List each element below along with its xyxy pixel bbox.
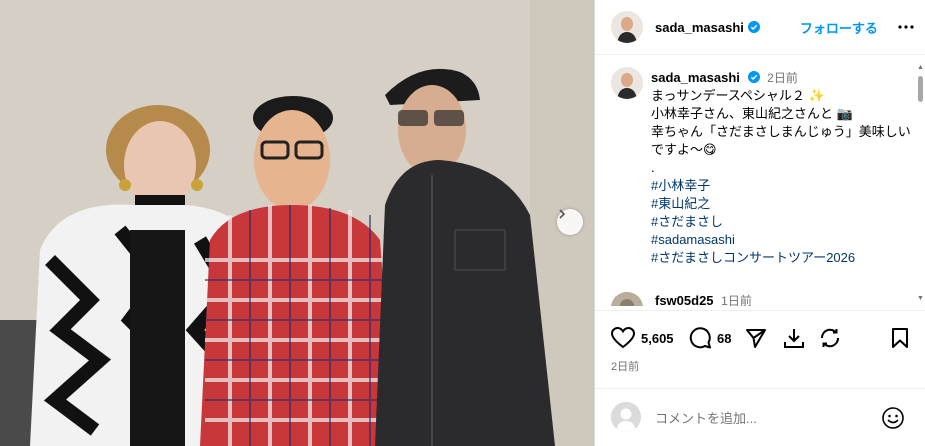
hashtag-link[interactable]: #さだまさしコンサートツアー2026 [651, 249, 911, 267]
comment-icon [689, 327, 711, 349]
hashtag-link[interactable]: #小林幸子 [651, 177, 911, 195]
post-date[interactable]: 2日前 [611, 358, 639, 374]
caption-line: . [651, 160, 655, 175]
comment-item: fsw05d25 1日前 [611, 292, 901, 306]
photo-illustration [0, 0, 594, 446]
bookmark-icon [892, 328, 908, 348]
commenter-username[interactable]: fsw05d25 [655, 293, 714, 306]
caption-avatar[interactable] [611, 67, 643, 99]
save-button[interactable] [891, 327, 909, 349]
repost-icon [820, 328, 840, 348]
default-avatar-icon [611, 402, 641, 432]
follow-button[interactable]: フォローする [800, 18, 878, 37]
hashtag-link[interactable]: #東山紀之 [651, 195, 911, 213]
comments-scrollbar[interactable]: ▲ ▼ [917, 64, 924, 302]
caption-username[interactable]: sada_masashi [651, 70, 740, 85]
likes-count: 5,605 [641, 330, 674, 346]
caption-time[interactable]: 2日前 [767, 71, 798, 85]
caption-line: まっサンデースペシャル２ ✨ [651, 88, 825, 103]
author-avatar[interactable] [611, 11, 643, 43]
action-bar: 5,605 68 [595, 310, 925, 366]
chevron-right-icon [559, 209, 566, 219]
verified-badge-icon [747, 71, 760, 83]
heart-icon [611, 327, 635, 349]
avatar-image [611, 292, 643, 306]
repost-button[interactable] [819, 327, 841, 349]
comment-time[interactable]: 1日前 [721, 294, 752, 306]
next-photo-button[interactable] [557, 209, 583, 235]
more-icon [898, 25, 914, 29]
caption-line: 幸ちゃん「さだまさしまんじゅう」美味しいですよ〜😋 [651, 124, 911, 157]
scroll-up-icon[interactable]: ▲ [917, 64, 924, 71]
commenter-avatar[interactable] [611, 292, 643, 306]
emoji-icon[interactable] [881, 406, 905, 430]
caption-line: 小林幸子さん、東山紀之さんと 📷 [651, 106, 853, 121]
like-button[interactable]: 5,605 [611, 327, 674, 349]
scroll-thumb[interactable] [918, 76, 923, 102]
download-icon [784, 329, 804, 348]
post-photo [0, 0, 594, 446]
hashtag-link[interactable]: #sadamasashi [651, 231, 911, 249]
share-button[interactable] [745, 327, 767, 349]
add-comment-bar [595, 388, 925, 446]
avatar-image [611, 67, 643, 99]
author-username[interactable]: sada_masashi [655, 20, 744, 35]
caption-text: sada_masashi 2日前 まっサンデースペシャル２ ✨ 小林幸子さん、東… [651, 69, 911, 267]
scroll-down-icon[interactable]: ▼ [917, 295, 924, 302]
download-button[interactable] [783, 327, 805, 349]
post-header: sada_masashi フォローする [595, 0, 925, 55]
hashtag-link[interactable]: #さだまさし [651, 213, 911, 231]
verified-badge-icon [747, 21, 760, 33]
post-side-panel: sada_masashi フォローする sada_masashi 2日前 まっサ… [594, 0, 925, 446]
comment-input[interactable] [655, 409, 855, 427]
avatar-image [611, 11, 643, 43]
more-options-button[interactable] [896, 17, 916, 37]
comments-area: sada_masashi 2日前 まっサンデースペシャル２ ✨ 小林幸子さん、東… [595, 56, 915, 306]
share-icon [746, 329, 766, 348]
comment-button[interactable]: 68 [689, 327, 731, 349]
viewer-avatar [611, 402, 641, 432]
comments-count: 68 [717, 330, 732, 346]
